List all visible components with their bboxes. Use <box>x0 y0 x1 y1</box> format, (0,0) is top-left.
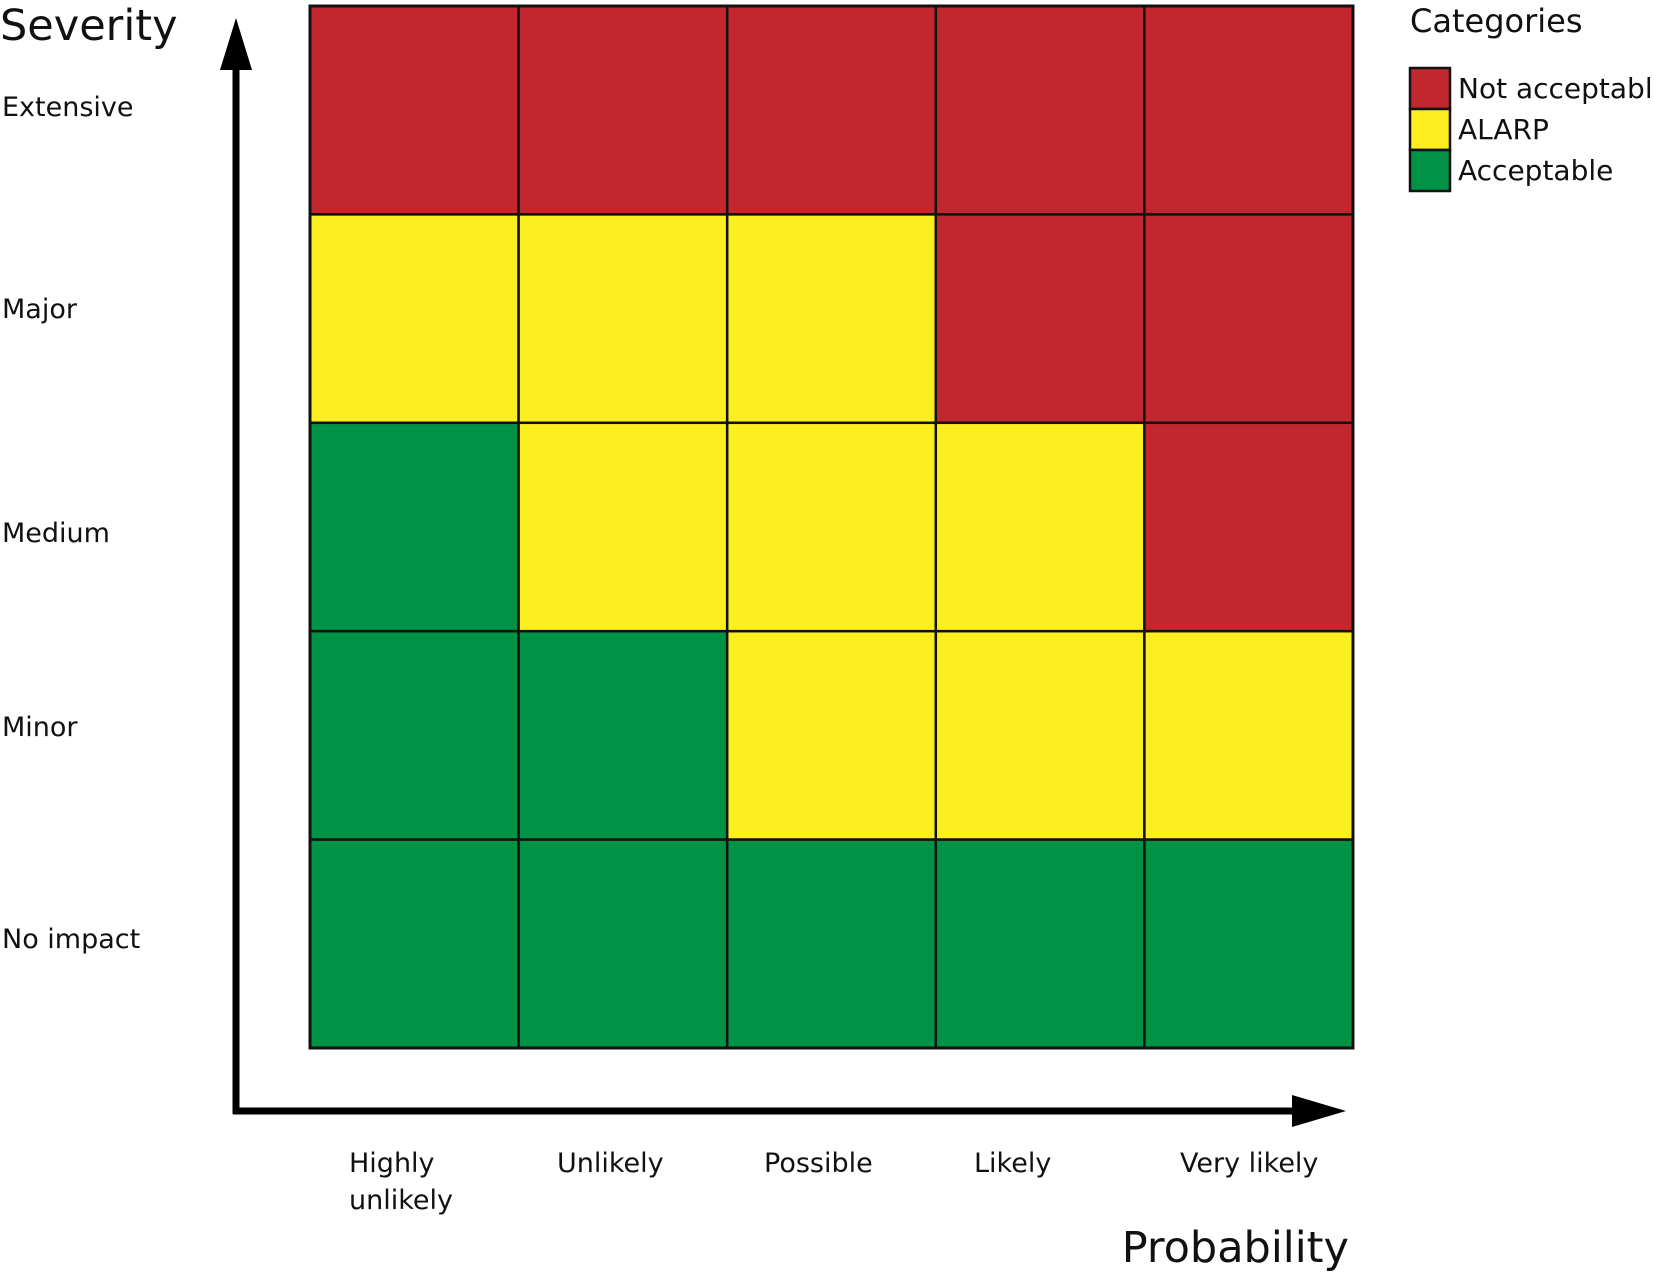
legend-title: Categories <box>1410 2 1582 40</box>
y-tick-label: Minor <box>2 712 78 743</box>
y-tick-label: Major <box>2 294 78 325</box>
cell-alarp <box>725 421 938 633</box>
cell-not-acceptable <box>725 4 938 216</box>
legend-swatch-not-acceptable <box>1408 66 1452 111</box>
cell-acceptable <box>1143 838 1355 1050</box>
cell-alarp <box>517 213 729 425</box>
x-tick-label: Unlikely <box>557 1148 664 1179</box>
cell-acceptable <box>725 838 938 1050</box>
cell-not-acceptable <box>517 4 729 216</box>
x-tick-labels: Highly unlikely Unlikely Possible Likely Very… <box>349 1148 1318 1216</box>
cell-not-acceptable <box>308 4 520 216</box>
legend-label-acceptable: Acceptable <box>1458 154 1613 187</box>
x-tick-label: Highly unlikely <box>349 1148 453 1216</box>
cell-not-acceptable <box>1143 4 1355 216</box>
x-axis-arrow-icon <box>1292 1095 1346 1127</box>
cell-acceptable <box>308 629 520 841</box>
y-tick-label: No impact <box>2 924 140 955</box>
legend-label-not-acceptable: Not acceptable <box>1458 72 1654 105</box>
x-tick-label: Possible <box>764 1148 873 1179</box>
x-axis-title: Probability <box>1122 1223 1349 1273</box>
cell-acceptable <box>517 838 729 1050</box>
matrix-cells <box>308 4 1355 1050</box>
legend-swatch-acceptable <box>1408 148 1452 193</box>
cell-alarp <box>517 421 729 633</box>
cell-acceptable <box>517 629 729 841</box>
cell-alarp <box>1143 629 1355 841</box>
x-tick-label: Very likely <box>1180 1148 1318 1179</box>
cell-alarp <box>725 629 938 841</box>
y-axis-arrow-icon <box>220 18 252 70</box>
cell-acceptable <box>308 421 520 633</box>
legend: Categories Not acceptable ALARP Acceptable <box>1408 2 1654 193</box>
y-tick-labels: Extensive Major Medium Minor No impact <box>2 92 140 955</box>
cell-alarp <box>934 629 1146 841</box>
y-axis-title: Severity <box>0 1 178 51</box>
y-tick-label: Extensive <box>2 92 134 123</box>
cell-not-acceptable <box>1143 213 1355 425</box>
legend-entries: Not acceptable ALARP Acceptable <box>1408 66 1654 193</box>
cell-not-acceptable <box>934 213 1146 425</box>
cell-alarp <box>934 421 1146 633</box>
x-tick-label: Likely <box>974 1148 1051 1179</box>
cell-alarp <box>308 213 520 425</box>
cell-not-acceptable <box>1143 421 1355 633</box>
cell-acceptable <box>308 838 520 1050</box>
legend-label-alarp: ALARP <box>1458 113 1549 146</box>
cell-alarp <box>725 213 938 425</box>
y-tick-label: Medium <box>2 518 110 549</box>
risk-matrix-chart: Severity Probability Extensive Major Mediu… <box>0 1 1654 1273</box>
cell-acceptable <box>934 838 1146 1050</box>
cell-not-acceptable <box>934 4 1146 216</box>
legend-swatch-alarp <box>1408 107 1452 152</box>
